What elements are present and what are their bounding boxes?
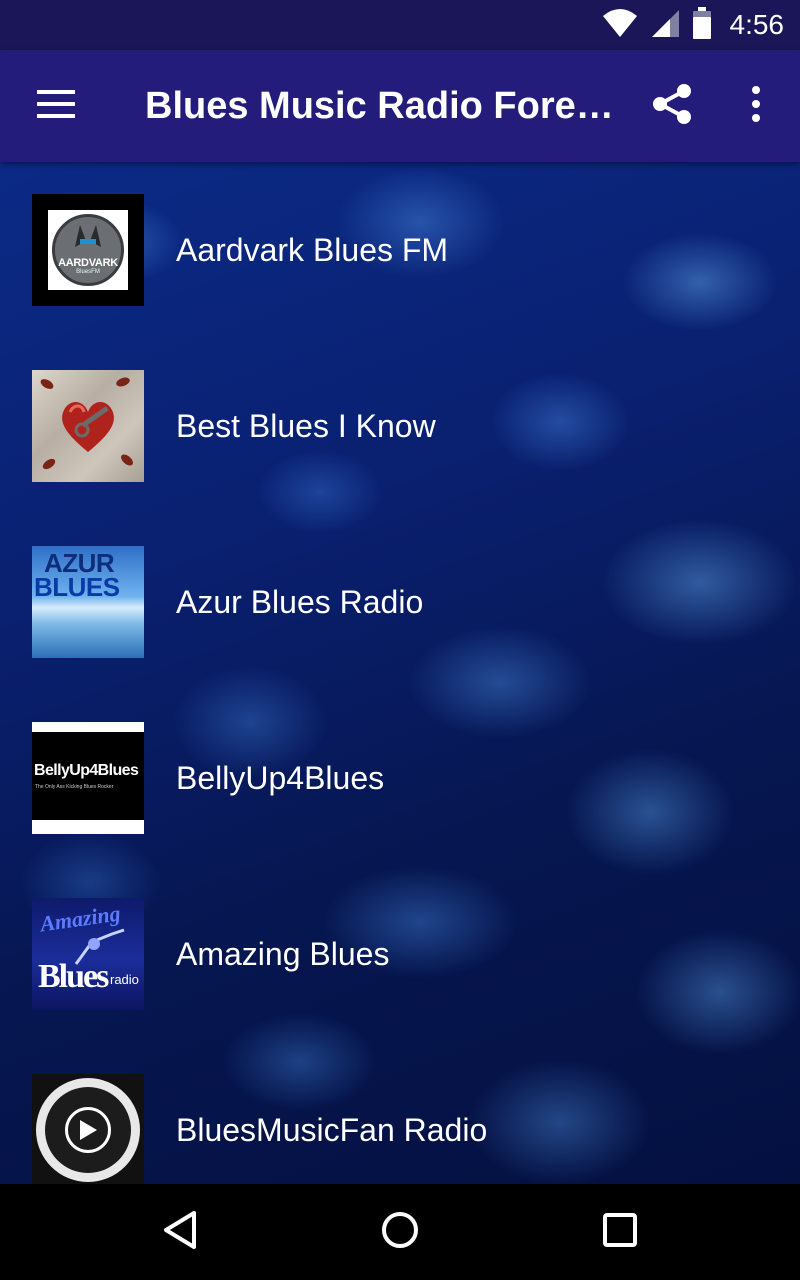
station-logo: Amazing Blues radio xyxy=(32,898,144,1010)
station-logo xyxy=(32,1074,144,1184)
more-vert-icon xyxy=(751,85,761,127)
app-title: Blues Music Radio Fore… xyxy=(145,85,614,127)
status-bar: 4:56 xyxy=(0,0,800,50)
station-item-azur-blues-radio[interactable]: AZUR BLUES Azur Blues Radio xyxy=(0,514,800,690)
station-logo: BellyUp4Blues The Only Ass Kicking Blues… xyxy=(32,722,144,834)
wifi-icon xyxy=(602,8,638,43)
share-icon xyxy=(652,83,692,130)
station-logo xyxy=(32,370,144,482)
station-name: Azur Blues Radio xyxy=(176,584,424,620)
status-time: 4:56 xyxy=(729,9,785,40)
station-name: Amazing Blues xyxy=(176,936,390,972)
back-triangle-icon xyxy=(162,1210,198,1255)
hamburger-menu-icon xyxy=(37,89,75,123)
share-button[interactable] xyxy=(640,78,704,134)
navigation-menu-button[interactable] xyxy=(22,78,90,134)
battery-icon xyxy=(692,6,712,44)
station-name: BluesMusicFan Radio xyxy=(176,1112,488,1148)
station-list: AARDVARK BluesFM Aardvark Blues FM Best … xyxy=(0,162,800,1184)
overflow-menu-button[interactable] xyxy=(726,78,786,134)
play-icon xyxy=(65,1107,111,1153)
station-list-container[interactable]: AARDVARK BluesFM Aardvark Blues FM Best … xyxy=(0,162,800,1184)
station-item-bellyup4blues[interactable]: BellyUp4Blues The Only Ass Kicking Blues… xyxy=(0,690,800,866)
station-item-amazing-blues[interactable]: Amazing Blues radio Amazing Blues xyxy=(0,866,800,1042)
station-item-best-blues-i-know[interactable]: Best Blues I Know xyxy=(0,338,800,514)
recents-square-icon xyxy=(602,1212,638,1253)
cell-signal-icon xyxy=(650,8,680,43)
station-name: Best Blues I Know xyxy=(176,408,436,444)
status-icons: 4:56 xyxy=(602,0,785,50)
app-toolbar: Blues Music Radio Fore… xyxy=(0,50,800,162)
station-logo: AARDVARK BluesFM xyxy=(32,194,144,306)
station-name: BellyUp4Blues xyxy=(176,760,385,796)
home-button[interactable] xyxy=(368,1200,432,1264)
station-item-bluesmusicfan-radio[interactable]: BluesMusicFan Radio xyxy=(0,1042,800,1184)
system-nav-bar xyxy=(0,1184,800,1280)
station-logo: AZUR BLUES xyxy=(32,546,144,658)
station-item-aardvark-blues-fm[interactable]: AARDVARK BluesFM Aardvark Blues FM xyxy=(0,162,800,338)
station-name: Aardvark Blues FM xyxy=(176,232,449,268)
recents-button[interactable] xyxy=(588,1200,652,1264)
back-button[interactable] xyxy=(148,1200,212,1264)
home-circle-icon xyxy=(380,1210,420,1255)
